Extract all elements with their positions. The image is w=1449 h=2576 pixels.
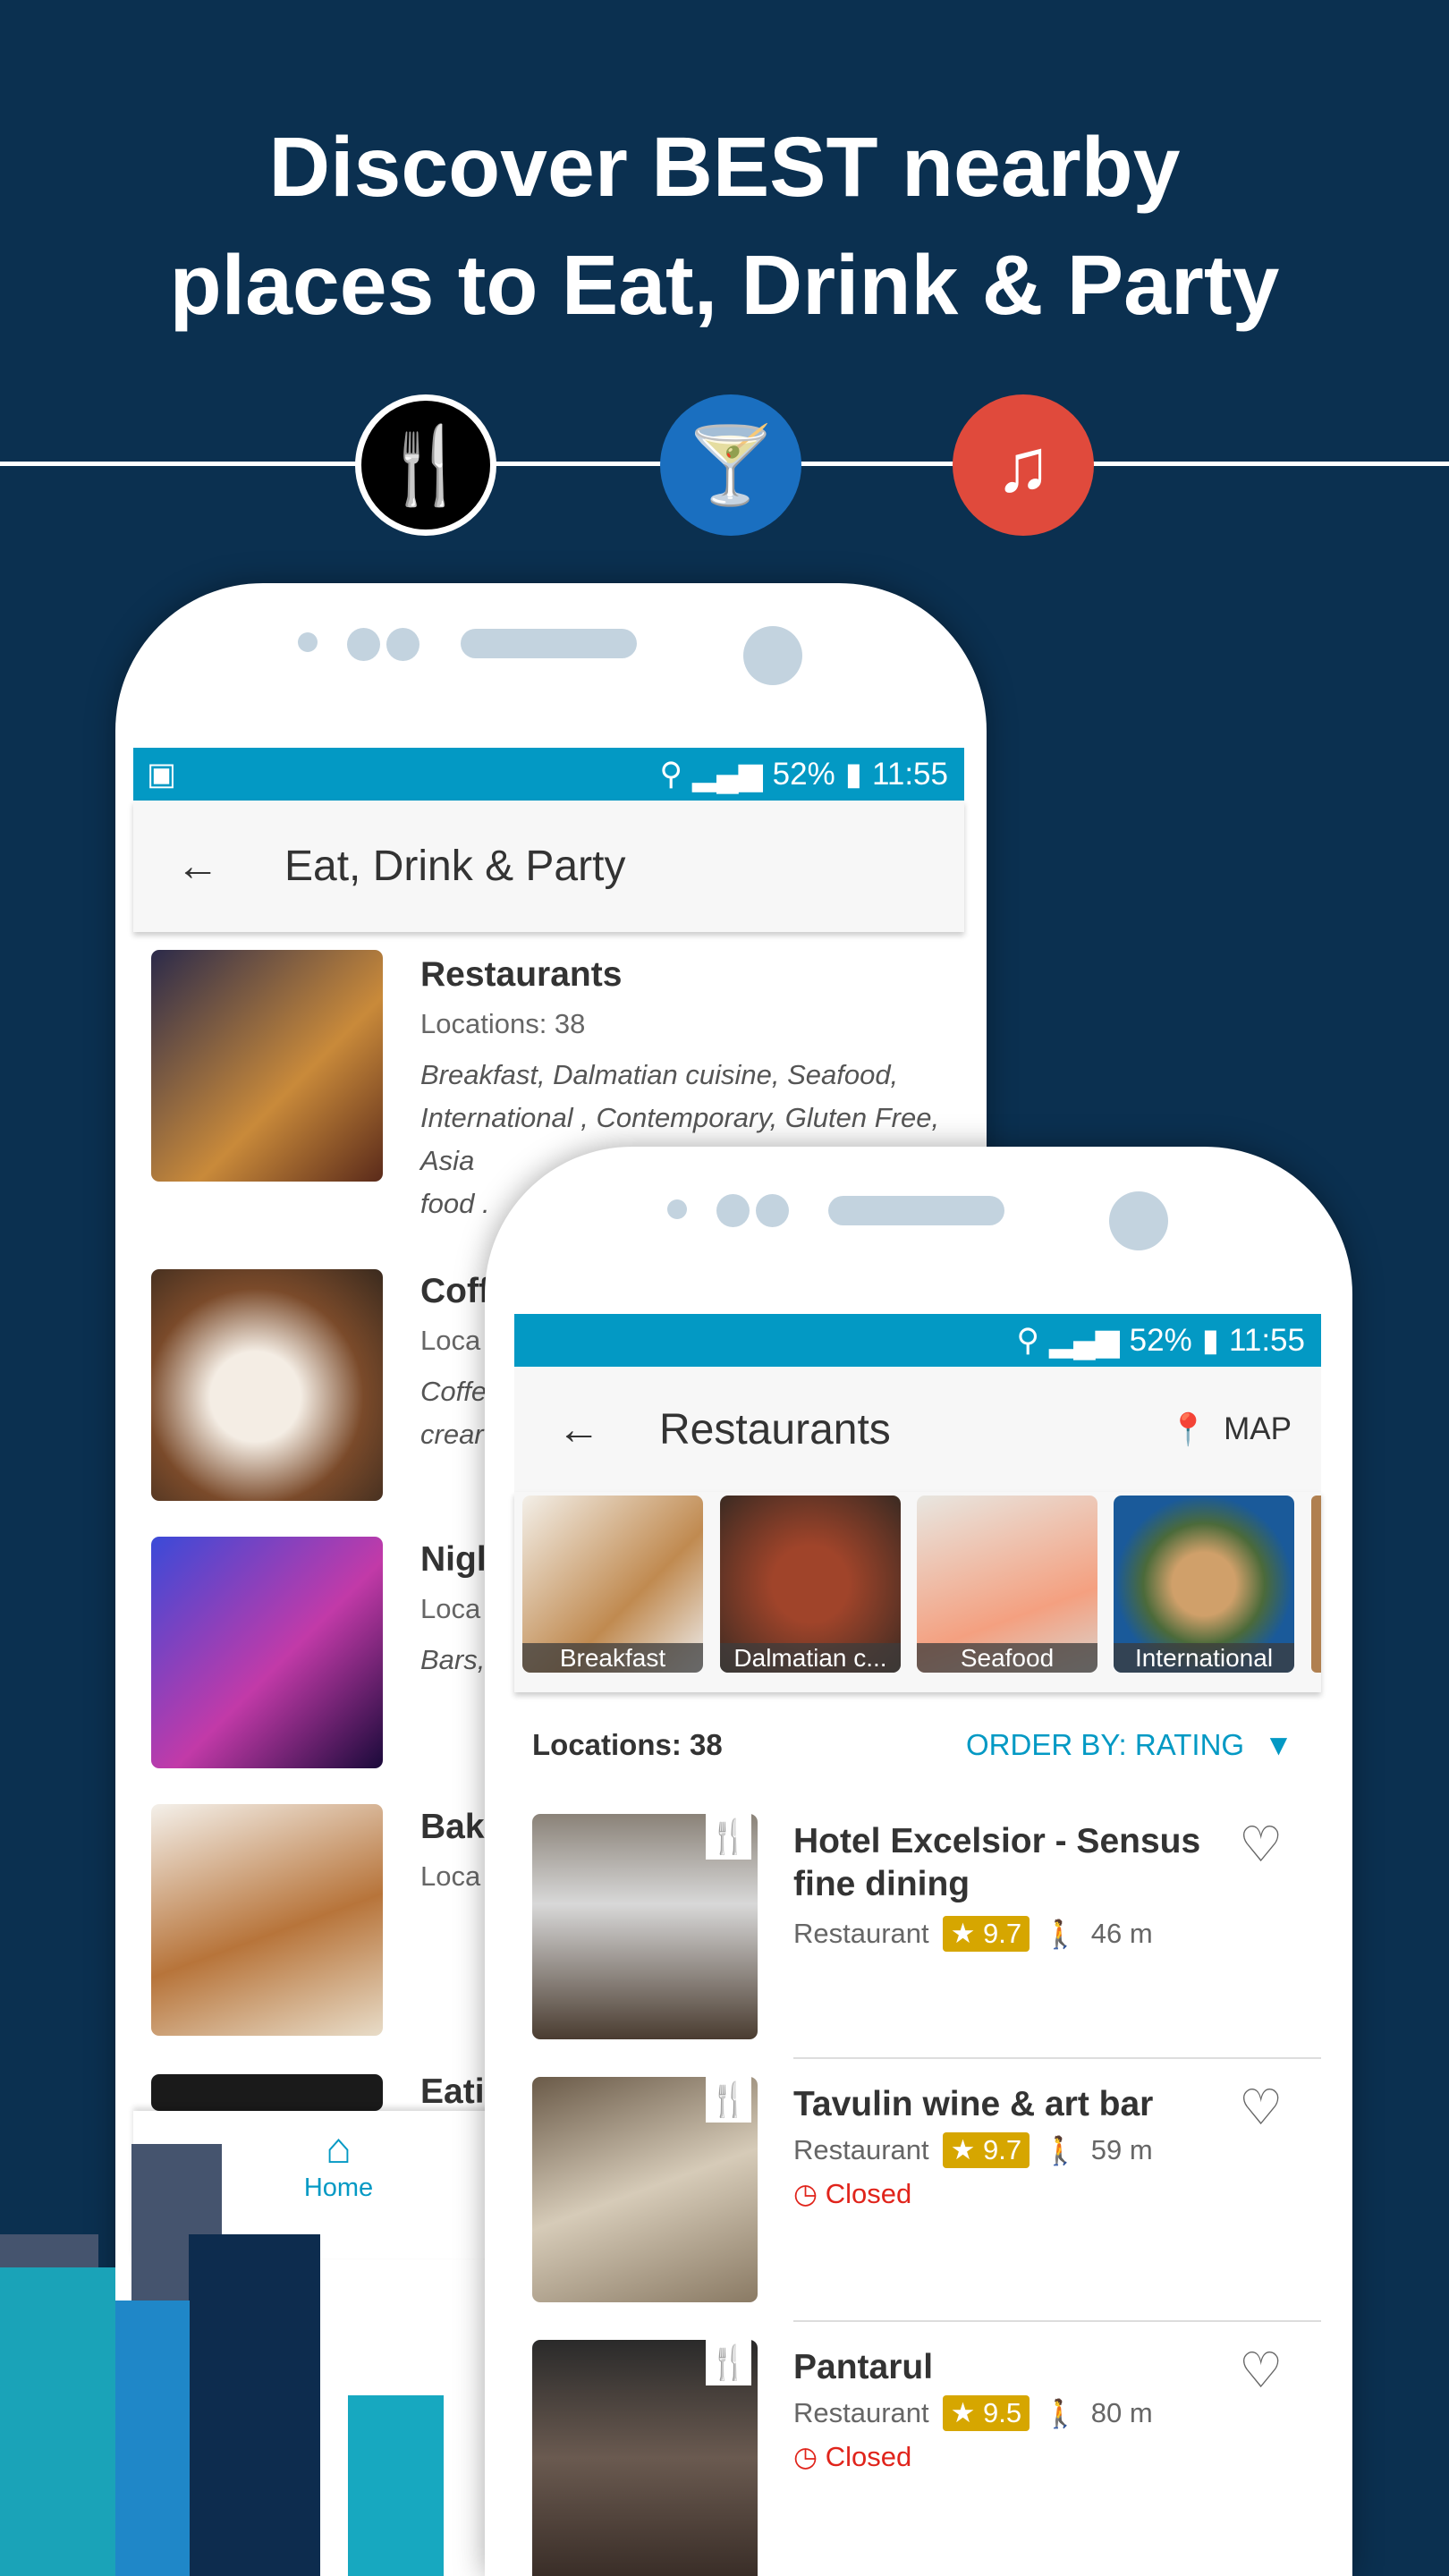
restaurant-type-icon: 🍴 [706, 1814, 751, 1860]
page-title: Eat, Drink & Party [284, 843, 626, 890]
category-chip[interactable]: Dalmatian c... [720, 1496, 901, 1673]
location-icon: ⚲ [659, 756, 683, 792]
fork-spoon-icon: 🍴 [355, 394, 496, 536]
list-item[interactable]: Nigl Loca Bars, [420, 1540, 487, 1682]
walk-icon: 🚶 [1043, 1918, 1078, 1950]
map-pin-icon: 📍 [1168, 1411, 1208, 1447]
status-bar: ⚲ ▂▄▆ 52% ▮ 11:55 [514, 1314, 1321, 1367]
order-by-dropdown[interactable]: ORDER BY: RATING ▼ [966, 1728, 1293, 1762]
clock-icon: ◷ [793, 2441, 818, 2472]
cocktail-icon: 🍸 [660, 394, 801, 536]
list-item-image [151, 1804, 383, 2036]
category-chip[interactable]: Breakfast [522, 1496, 703, 1673]
toolbar: ← Restaurants 📍 MAP [514, 1367, 1321, 1492]
clock-icon: ◷ [793, 2178, 818, 2209]
toolbar: ← Eat, Drink & Party [133, 801, 964, 932]
page-title: Restaurants [659, 1405, 891, 1453]
category-chip[interactable]: International [1114, 1496, 1294, 1673]
list-item-image [151, 950, 383, 1182]
restaurant-image: 🍴 [532, 2340, 758, 2576]
restaurant-image: 🍴 [532, 1814, 758, 2039]
signal-icon: ▂▄▆ [692, 756, 763, 792]
walk-icon: 🚶 [1043, 2134, 1078, 2166]
status-bar: ▣ ⚲ ▂▄▆ 52% ▮ 11:55 [133, 748, 964, 801]
favorite-heart-icon[interactable]: ♡ [1239, 2083, 1283, 2132]
rating-badge: ★ 9.7 [942, 2132, 1030, 2168]
list-item-image [151, 2074, 383, 2111]
favorite-heart-icon[interactable]: ♡ [1239, 1820, 1283, 1869]
rating-badge: ★ 9.5 [942, 2395, 1030, 2431]
promo-screen: Discover BEST nearby places to Eat, Drin… [0, 0, 1449, 2576]
list-item-image [151, 1537, 383, 1768]
signal-icon: ▂▄▆ [1049, 1322, 1120, 1358]
back-arrow-icon[interactable]: ← [557, 1405, 659, 1454]
city-illustration [0, 2136, 493, 2576]
music-note-icon: ♫ [953, 394, 1094, 536]
map-button[interactable]: 📍 MAP [1169, 1411, 1292, 1448]
list-item[interactable]: Eati [420, 2072, 485, 2111]
category-chip[interactable]: Seafood [917, 1496, 1097, 1673]
rating-badge: ★ 9.7 [942, 1916, 1030, 1952]
restaurant-type-icon: 🍴 [706, 2340, 751, 2385]
restaurant-item[interactable]: Pantarul Restaurant ★ 9.5 🚶 80 m ◷ Closed [793, 2346, 1221, 2473]
headline: Discover BEST nearby places to Eat, Drin… [169, 120, 1280, 333]
battery-icon: ▮ [1201, 1322, 1219, 1358]
restaurant-type-icon: 🍴 [706, 2077, 751, 2123]
image-icon: ▣ [147, 756, 177, 792]
list-item-image [151, 1269, 383, 1501]
restaurant-item[interactable]: Tavulin wine & art bar Restaurant ★ 9.7 🚶 5… [793, 2083, 1221, 2210]
restaurant-item[interactable]: Hotel Excelsior - Sensus fine dining Res… [793, 1820, 1221, 1952]
restaurant-image: 🍴 [532, 2077, 758, 2302]
list-item[interactable]: Bak Loca [420, 1808, 485, 1893]
walk-icon: 🚶 [1043, 2397, 1078, 2429]
location-icon: ⚲ [1016, 1322, 1040, 1358]
locations-count: Locations: 38 [532, 1728, 723, 1761]
battery-icon: ▮ [844, 756, 862, 792]
dropdown-arrow-icon: ▼ [1264, 1728, 1293, 1761]
back-arrow-icon[interactable]: ← [176, 842, 284, 891]
list-item[interactable]: Coff Loca Coffe crear [420, 1272, 490, 1456]
favorite-heart-icon[interactable]: ♡ [1239, 2346, 1283, 2395]
